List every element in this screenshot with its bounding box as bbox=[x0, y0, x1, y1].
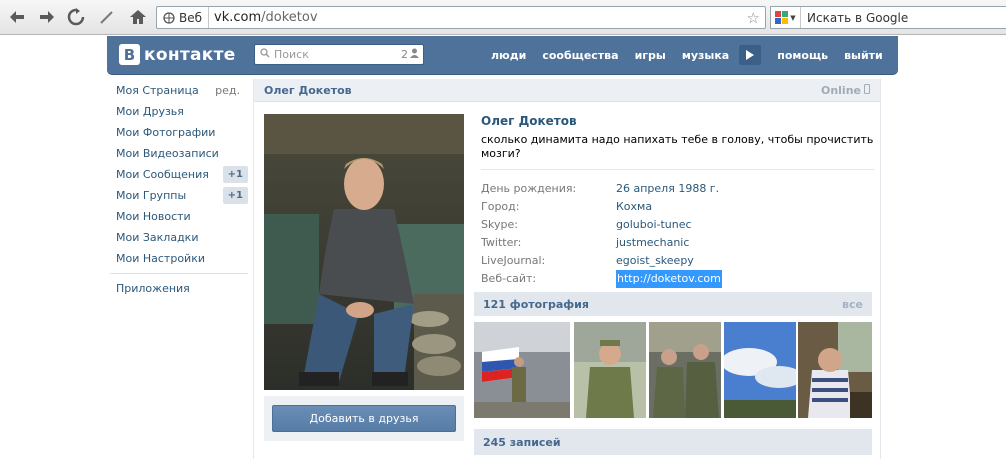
google-engine-icon[interactable]: ▼ bbox=[771, 7, 801, 28]
field-birthday: День рождения: 26 апреля 1988 г. bbox=[481, 180, 874, 198]
profile-header: Олег Докетов Online bbox=[254, 79, 880, 102]
birthday-link[interactable]: 26 апреля 1988 г. bbox=[616, 180, 719, 198]
browser-toolbar: Веб vk.com/doketov ☆ ▼ Искать в Google bbox=[0, 0, 1006, 35]
skype-link[interactable]: goluboi-tunec bbox=[616, 216, 692, 234]
vk-logo-icon: В bbox=[119, 44, 140, 65]
profile-header-name: Олег Докетов bbox=[264, 84, 352, 97]
vk-logo[interactable]: В контакте bbox=[119, 44, 236, 65]
photo-thumbnail[interactable] bbox=[474, 322, 570, 418]
posts-count-title[interactable]: 245 записей bbox=[483, 436, 561, 449]
address-chip[interactable]: Веб bbox=[157, 7, 210, 28]
google-search-placeholder: Искать в Google bbox=[807, 10, 909, 25]
menu-my-groups[interactable]: Мои Группы +1 bbox=[110, 185, 248, 206]
left-menu: Моя Страница ред. Мои Друзья Мои Фотогра… bbox=[110, 80, 248, 299]
nav-help[interactable]: помощь bbox=[769, 49, 836, 62]
menu-my-bookmarks[interactable]: Мои Закладки bbox=[110, 227, 248, 248]
profile-content: Олег Докетов Online Добавить в друзья Ол… bbox=[253, 79, 881, 459]
add-friend-button[interactable]: Добавить в друзья bbox=[272, 405, 456, 432]
edit-link[interactable]: ред. bbox=[215, 80, 240, 101]
field-city: Город: Кохма bbox=[481, 198, 874, 216]
add-friend-area: Добавить в друзья bbox=[264, 396, 464, 441]
twitter-link[interactable]: justmechanic bbox=[616, 234, 689, 252]
nav-music[interactable]: музыка bbox=[674, 49, 737, 62]
online-status: Online bbox=[821, 84, 870, 97]
tools-icon[interactable] bbox=[95, 6, 119, 28]
profile-photo[interactable] bbox=[264, 114, 464, 390]
info-divider bbox=[481, 169, 874, 170]
vk-logo-text: контакте bbox=[144, 44, 236, 65]
menu-my-news[interactable]: Мои Новости bbox=[110, 206, 248, 227]
address-chip-label: Веб bbox=[179, 10, 203, 25]
menu-my-messages[interactable]: Мои Сообщения +1 bbox=[110, 164, 248, 185]
back-arrow-icon[interactable] bbox=[5, 6, 29, 28]
mobile-icon bbox=[864, 84, 870, 97]
menu-my-videos[interactable]: Мои Видеозаписи bbox=[110, 143, 248, 164]
menu-apps[interactable]: Приложения bbox=[110, 278, 248, 299]
vk-search-input[interactable]: Поиск 2 bbox=[254, 44, 424, 65]
menu-my-page[interactable]: Моя Страница ред. bbox=[110, 80, 248, 101]
reload-icon[interactable] bbox=[64, 6, 88, 28]
field-twitter: Twitter: justmechanic bbox=[481, 234, 874, 252]
vk-header: В контакте Поиск 2 люди сообщества игры … bbox=[107, 36, 898, 74]
forward-arrow-icon[interactable] bbox=[35, 6, 59, 28]
city-link[interactable]: Кохма bbox=[616, 198, 652, 216]
nav-games[interactable]: игры bbox=[627, 49, 674, 62]
menu-divider bbox=[110, 273, 248, 274]
google-search-box[interactable]: ▼ Искать в Google bbox=[770, 6, 1006, 29]
groups-badge[interactable]: +1 bbox=[222, 187, 248, 204]
globe-icon bbox=[163, 11, 175, 24]
field-livejournal: LiveJournal: egoist_skeepy bbox=[481, 252, 874, 270]
field-website: Веб-сайт: http://doketov.com bbox=[481, 270, 874, 288]
photos-count-title[interactable]: 121 фотография bbox=[483, 298, 589, 311]
photo-thumbnail[interactable] bbox=[798, 322, 872, 418]
nav-communities[interactable]: сообщества bbox=[534, 49, 626, 62]
menu-my-friends[interactable]: Мои Друзья bbox=[110, 101, 248, 122]
profile-full-name: Олег Докетов bbox=[481, 114, 577, 128]
profile-fields: День рождения: 26 апреля 1988 г. Город: Ко… bbox=[481, 180, 874, 288]
vk-top-nav: люди сообщества игры музыка помощь выйти bbox=[483, 36, 891, 74]
menu-my-settings[interactable]: Мои Настройки bbox=[110, 248, 248, 269]
website-link[interactable]: http://doketov.com bbox=[616, 270, 722, 288]
photos-all-link[interactable]: все bbox=[842, 298, 863, 311]
person-icon bbox=[410, 48, 419, 61]
bookmark-star-icon[interactable]: ☆ bbox=[747, 9, 760, 27]
url-text: vk.com/doketov bbox=[214, 10, 318, 25]
photos-header[interactable]: 121 фотография все bbox=[474, 292, 872, 316]
photo-thumbnail[interactable] bbox=[574, 322, 646, 418]
search-icon bbox=[260, 48, 270, 61]
photo-thumbnail[interactable] bbox=[649, 322, 721, 418]
photo-thumbnails bbox=[474, 322, 872, 418]
search-placeholder: Поиск bbox=[274, 48, 309, 61]
menu-my-photos[interactable]: Мои Фотографии bbox=[110, 122, 248, 143]
profile-info: Олег Докетов сколько динамита надо напих… bbox=[481, 114, 874, 288]
photo-thumbnail[interactable] bbox=[724, 322, 796, 418]
posts-header[interactable]: 245 записей bbox=[474, 429, 872, 455]
nav-people[interactable]: люди bbox=[483, 49, 534, 62]
nav-logout[interactable]: выйти bbox=[836, 49, 891, 62]
profile-status[interactable]: сколько динамита надо напихать тебе в го… bbox=[481, 133, 874, 161]
livejournal-link[interactable]: egoist_skeepy bbox=[616, 252, 694, 270]
home-icon[interactable] bbox=[126, 6, 150, 28]
play-icon[interactable] bbox=[739, 45, 762, 65]
messages-badge[interactable]: +1 bbox=[222, 166, 248, 183]
people-count[interactable]: 2 bbox=[401, 48, 419, 61]
field-skype: Skype: goluboi-tunec bbox=[481, 216, 874, 234]
address-bar[interactable]: Веб vk.com/doketov ☆ bbox=[156, 6, 766, 29]
